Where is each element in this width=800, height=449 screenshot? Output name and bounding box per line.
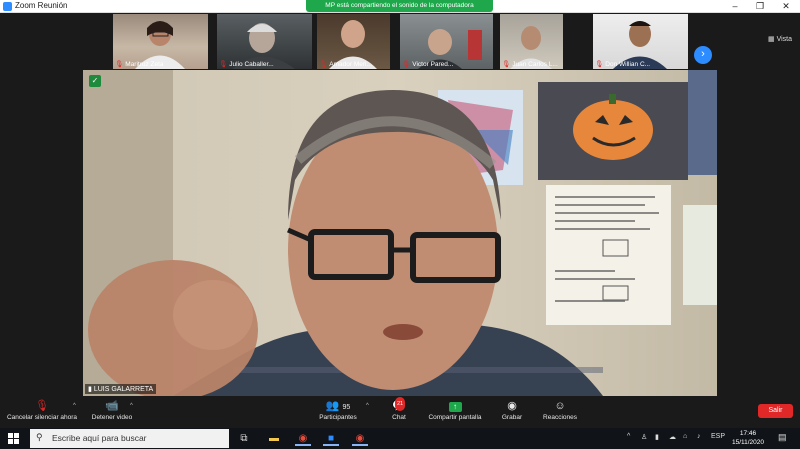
muted-microphone-icon: 🎙 [35,400,49,412]
chat-unread-badge: 21 [395,397,406,411]
signal-bars-icon: ▮ [88,386,92,393]
sound-share-banner[interactable]: MP está compartiendo el sonido de la com… [306,0,493,12]
windows-taskbar: ⚲ Escribe aquí para buscar ⧉ ▬ ◉ ■ ◉ ^ ♙… [0,428,800,449]
speaker-name-label: ▮ LUIS GALARRETA [85,384,157,394]
tray-overflow-caret-icon[interactable]: ^ [627,433,630,440]
notifications-icon[interactable]: ▤ [778,432,787,443]
zoom-app-icon [3,2,12,11]
chrome-icon[interactable]: ◉ [295,431,311,446]
muted-mic-icon: 🎙 [595,61,604,68]
participant-tile[interactable]: 🎙 Julio Caballer... [217,14,312,69]
muted-mic-icon: 🎙 [502,61,511,68]
unmute-button[interactable]: 🎙 Cancelar silenciar ahora [4,399,80,421]
record-button[interactable]: ◉ Grabar [500,399,524,421]
battery-icon[interactable]: ▮ [655,433,659,441]
search-icon: ⚲ [36,432,43,442]
window-title: Zoom Reunión [15,1,68,10]
file-explorer-icon[interactable]: ▬ [266,431,282,446]
people-icon[interactable]: ♙ [641,433,647,441]
participant-name: 🎙 Juan Carlos L... [502,61,558,68]
share-screen-button[interactable]: ↑ Compartir pantalla [425,399,485,421]
audio-options-caret-icon[interactable]: ^ [73,403,76,409]
participants-button[interactable]: 👥 95 Participantes [315,399,361,421]
windows-start-icon[interactable] [8,433,19,444]
network-icon[interactable]: ⌂ [683,433,687,440]
language-indicator[interactable]: ESP [711,433,725,440]
participant-strip: 🎙 Maritruz Zeta 🎙 Julio Caballer... 🎙 Amado… [0,13,800,70]
participant-name: 🎙 Julio Caballer... [219,61,274,68]
next-page-arrow-icon[interactable]: › [694,46,712,64]
chrome-profile-icon[interactable]: ◉ [352,431,368,446]
volume-icon[interactable]: ♪ [697,433,701,440]
leave-meeting-button[interactable]: Salir [758,404,793,418]
reactions-button[interactable]: ☺ Reacciones [540,399,580,421]
participant-tile[interactable]: 🎙 Maritruz Zeta [113,14,208,69]
chat-button[interactable]: 💬21 Chat [387,397,411,421]
stop-video-button[interactable]: 📹 Detener video [88,399,136,421]
maximize-button[interactable]: ❐ [747,0,773,13]
zoom-window: Zoom Reunión – ❐ ✕ MP está compartiendo … [0,0,800,449]
participant-tile[interactable]: 🎙 Victor Pared... [400,14,493,69]
speaker-scene [83,70,717,396]
muted-mic-icon: 🎙 [219,61,228,68]
participants-icon: 👥 95 [325,400,351,412]
task-view-icon[interactable]: ⧉ [236,431,252,446]
muted-mic-icon: 🎙 [402,61,411,68]
participant-tile[interactable]: 🎙 Don Willian C... [593,14,688,69]
muted-mic-icon: 🎙 [115,61,124,68]
muted-mic-icon: 🎙 [319,61,328,68]
minimize-button[interactable]: – [722,0,748,13]
share-screen-icon: ↑ [425,399,485,413]
chat-bubble-icon: 💬21 [387,397,411,413]
participant-name: 🎙 Maritruz Zeta [115,61,164,68]
meeting-toolbar: 🎙 Cancelar silenciar ahora ^ 📹 Detener v… [0,396,800,428]
view-button[interactable]: ▦ Vista [768,35,792,43]
participant-name: 🎙 Victor Pared... [402,61,454,68]
participant-name: 🎙 Amador Meri... [319,61,372,68]
cloud-icon[interactable]: ☁ [669,433,676,441]
encryption-shield-icon[interactable]: ✓ [89,75,101,87]
system-clock[interactable]: 17:46 15/11/2020 [727,429,769,447]
participant-tile[interactable]: 🎙 Juan Carlos L... [500,14,563,69]
video-options-caret-icon[interactable]: ^ [130,403,133,409]
zoom-taskbar-icon[interactable]: ■ [323,431,339,446]
close-button[interactable]: ✕ [773,0,799,13]
record-icon: ◉ [507,400,517,412]
active-speaker-video[interactable]: ✓ ▮ LUIS GALARRETA [83,70,717,396]
participant-name: 🎙 Don Willian C... [595,61,651,68]
grid-view-icon: ▦ [768,36,775,43]
taskbar-search-box[interactable]: ⚲ Escribe aquí para buscar [30,429,229,448]
participant-tile[interactable]: 🎙 Amador Meri... [317,14,390,69]
reaction-emoji-icon: ☺ [554,400,566,412]
video-camera-icon: 📹 [105,400,119,412]
participants-options-caret-icon[interactable]: ^ [366,403,369,409]
